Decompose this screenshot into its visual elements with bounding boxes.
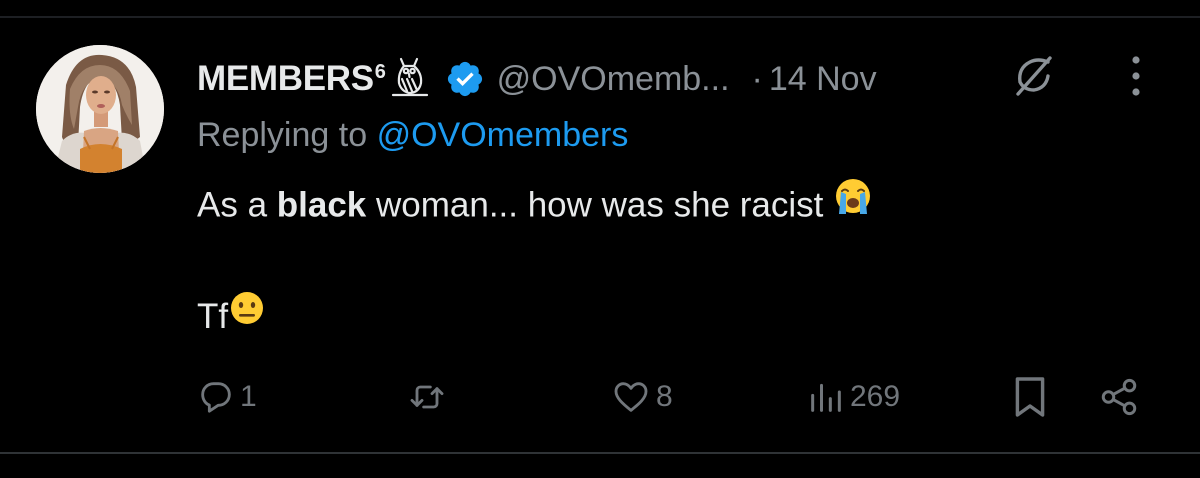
avatar-image bbox=[36, 45, 164, 173]
grok-icon[interactable] bbox=[1012, 52, 1054, 98]
tweet-text-bold: black bbox=[276, 185, 367, 225]
top-divider bbox=[0, 16, 1200, 18]
author-handle[interactable]: @OVOmemb... bbox=[497, 60, 730, 99]
tweet-text-line2: Tf bbox=[197, 289, 266, 345]
share-button[interactable] bbox=[1098, 372, 1140, 422]
display-name[interactable]: MEMBERS6 bbox=[197, 59, 386, 99]
reply-count: 1 bbox=[240, 380, 257, 413]
separator-dot: · bbox=[751, 59, 763, 98]
bottom-divider bbox=[0, 452, 1200, 454]
verified-badge-icon bbox=[445, 59, 485, 99]
owl-icon bbox=[387, 53, 433, 99]
tweet-text: As a black woman... how was she racist bbox=[197, 179, 873, 234]
like-count: 8 bbox=[656, 380, 673, 413]
avatar[interactable] bbox=[36, 45, 164, 173]
replying-handle-link[interactable]: @OVOmembers bbox=[377, 116, 629, 154]
like-button[interactable]: 8 bbox=[610, 372, 673, 422]
tweet-text-suffix: woman... how was she racist bbox=[366, 185, 824, 225]
share-icon bbox=[1098, 376, 1140, 418]
tweet-text-prefix: As a bbox=[197, 185, 277, 225]
views-button[interactable]: 269 bbox=[806, 372, 900, 422]
replying-to: Replying to @OVOmembers bbox=[197, 116, 628, 155]
more-options-icon[interactable] bbox=[1126, 54, 1146, 98]
tweet-header: MEMBERS6 @OVOmemb... · 14 Nov bbox=[197, 48, 877, 110]
tweet-date[interactable]: 14 Nov bbox=[769, 60, 877, 99]
retweet-icon bbox=[406, 377, 448, 417]
neutral-face-icon bbox=[228, 289, 266, 341]
views-count: 269 bbox=[850, 380, 901, 413]
reply-icon bbox=[196, 377, 236, 417]
replying-prefix: Replying to bbox=[197, 116, 368, 154]
retweet-button[interactable] bbox=[406, 372, 452, 422]
bookmark-button[interactable] bbox=[1012, 372, 1048, 422]
reply-button[interactable]: 1 bbox=[196, 372, 257, 422]
like-icon bbox=[610, 377, 652, 417]
loudly-crying-face-icon bbox=[833, 176, 873, 230]
tweet-text-tf: Tf bbox=[197, 297, 229, 336]
views-icon bbox=[806, 377, 846, 417]
name-superscript: 6 bbox=[374, 61, 386, 83]
bookmark-icon bbox=[1012, 375, 1048, 419]
